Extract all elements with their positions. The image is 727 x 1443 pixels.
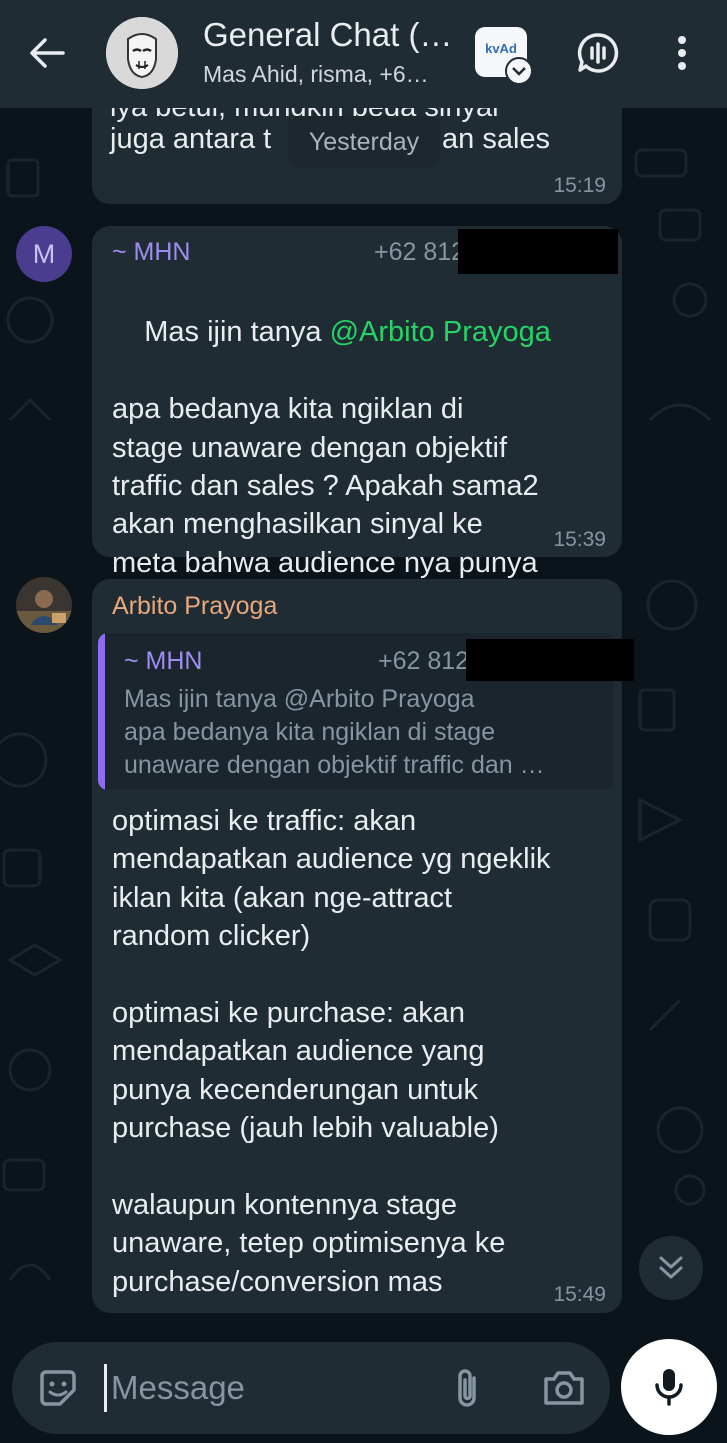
message-bubble[interactable]: ~ MHN +62 812 Mas ijin tanya @Arbito Pra…: [92, 226, 622, 617]
message-time: 15:39: [553, 528, 606, 551]
profile-photo-icon: [16, 577, 72, 633]
camera-button[interactable]: [540, 1364, 588, 1412]
quoted-text: Mas ijin tanya @Arbito Prayoga apa bedan…: [124, 685, 545, 779]
more-vertical-icon: [678, 36, 686, 70]
sticker-button[interactable]: [34, 1364, 82, 1412]
microphone-icon: [655, 1369, 683, 1406]
message-text: optimasi ke traffic: akan mendapatkan au…: [112, 805, 551, 1298]
camera-icon: [544, 1371, 584, 1405]
voice-chat-icon: [577, 33, 619, 73]
chevron-down-icon: [505, 57, 533, 85]
message-time: 15:49: [553, 1283, 606, 1306]
mask-avatar-icon: [106, 17, 178, 89]
message-text-line-start: juga antara t: [110, 123, 272, 155]
message-time: 15:19: [553, 174, 606, 197]
paperclip-icon: [458, 1369, 476, 1407]
sender-name[interactable]: ~ MHN: [112, 238, 190, 267]
quoted-sender-phone: +62 812: [378, 647, 470, 675]
voice-chat-button[interactable]: [574, 30, 622, 76]
double-chevron-down-icon: [659, 1256, 683, 1279]
scroll-to-bottom-button[interactable]: [639, 1236, 703, 1300]
app-badge-label: kvAd: [485, 41, 517, 56]
voice-record-button[interactable]: [621, 1339, 717, 1435]
chat-title[interactable]: General Chat (…: [203, 16, 453, 54]
sender-phone: +62 812: [374, 238, 466, 266]
message-composer: [12, 1342, 610, 1434]
attach-button[interactable]: [444, 1364, 490, 1412]
message-input[interactable]: [104, 1364, 424, 1412]
sender-name[interactable]: Arbito Prayoga: [112, 592, 277, 621]
app-shortcut-badge[interactable]: kvAd: [475, 27, 533, 85]
avatar[interactable]: [16, 577, 72, 633]
message-text-line-end: an sales: [442, 123, 551, 155]
back-arrow-icon: [30, 38, 65, 68]
avatar[interactable]: M: [16, 226, 72, 282]
chat-participants[interactable]: Mas Ahid, risma, +6…: [203, 61, 453, 88]
overflow-menu-button[interactable]: [660, 30, 704, 76]
quoted-sender-name: ~ MHN: [124, 647, 203, 675]
chat-header: General Chat (… Mas Ahid, risma, +6… kvA…: [0, 0, 727, 108]
date-divider: Yesterday: [288, 116, 440, 168]
sticker-icon: [40, 1370, 76, 1406]
message-text-start: Mas ijin tanya: [144, 316, 330, 349]
redaction-block: [466, 639, 634, 681]
group-avatar[interactable]: [106, 17, 178, 89]
mention-link[interactable]: @Arbito Prayoga: [330, 316, 551, 348]
redaction-block: [458, 229, 618, 274]
quote-accent-bar: [98, 633, 105, 790]
back-button[interactable]: [22, 30, 72, 76]
